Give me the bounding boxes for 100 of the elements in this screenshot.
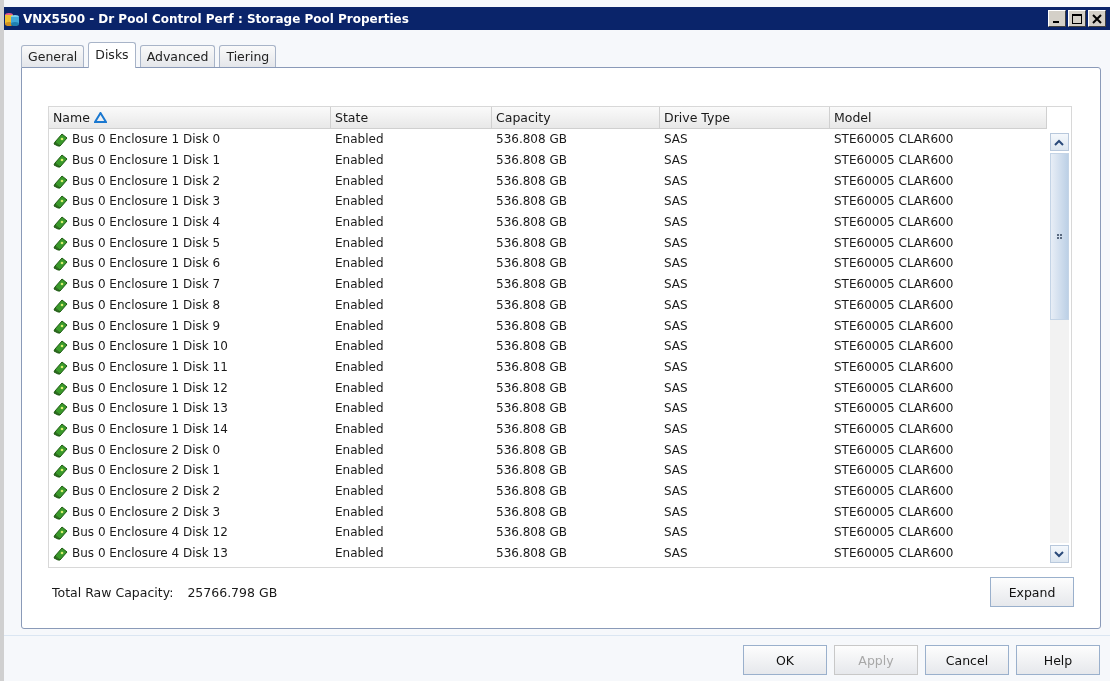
maximize-button[interactable] [1068, 10, 1086, 27]
disk-drive-icon [53, 524, 69, 541]
table-cell: Enabled [335, 525, 384, 540]
minimize-icon [1053, 20, 1059, 23]
table-cell: Enabled [335, 318, 384, 333]
table-cell: Bus 0 Enclosure 1 Disk 0 [72, 132, 221, 147]
table-cell: Enabled [335, 484, 384, 499]
table-cell: SAS [664, 359, 688, 374]
dialog-button[interactable]: Help [1016, 645, 1100, 675]
disk-drive-icon [53, 400, 69, 417]
table-cell: SAS [664, 235, 688, 250]
table-cell: Enabled [335, 359, 384, 374]
column-header[interactable]: Capacity [492, 107, 660, 129]
table-cell: Enabled [335, 297, 384, 312]
table-cell: STE60005 CLAR600 [834, 235, 954, 250]
tab[interactable]: General [21, 45, 85, 67]
chevron-up-icon [1054, 138, 1064, 146]
table-cell: 536.808 GB [496, 235, 567, 250]
column-header[interactable]: Name [49, 107, 331, 129]
dialog-button[interactable]: Cancel [925, 645, 1009, 675]
table-cell: SAS [664, 484, 688, 499]
table-cell: STE60005 CLAR600 [834, 132, 954, 147]
table-cell: Bus 0 Enclosure 4 Disk 12 [72, 525, 228, 540]
table-cell: Bus 0 Enclosure 1 Disk 9 [72, 318, 221, 333]
dialog-button[interactable]: OK [743, 645, 827, 675]
table-cell: Bus 0 Enclosure 1 Disk 1 [72, 153, 221, 168]
scroll-thumb[interactable] [1049, 153, 1069, 320]
tab[interactable]: Advanced [139, 45, 216, 67]
table-cell: STE60005 CLAR600 [834, 463, 954, 478]
table-cell: 536.808 GB [496, 359, 567, 374]
table-cell: Bus 0 Enclosure 1 Disk 14 [72, 421, 228, 436]
table-cell: Bus 0 Enclosure 1 Disk 7 [72, 277, 221, 292]
table-cell: 536.808 GB [496, 194, 567, 209]
tab[interactable]: Tiering [219, 45, 277, 67]
table-cell: Bus 0 Enclosure 1 Disk 2 [72, 173, 221, 188]
table-cell: 536.808 GB [496, 525, 567, 540]
table-cell: 536.808 GB [496, 484, 567, 499]
column-header[interactable]: Drive Type [660, 107, 830, 129]
table-cell: 536.808 GB [496, 339, 567, 354]
table-cell: STE60005 CLAR600 [834, 173, 954, 188]
table-cell: 536.808 GB [496, 421, 567, 436]
table-cell: SAS [664, 504, 688, 519]
table-cell: Enabled [335, 256, 384, 271]
disk-drive-icon [53, 131, 69, 148]
table-cell: STE60005 CLAR600 [834, 318, 954, 333]
table-cell: 536.808 GB [496, 132, 567, 147]
expand-button[interactable]: Expand [990, 577, 1074, 607]
disk-drive-icon [53, 193, 69, 210]
table-cell: STE60005 CLAR600 [834, 277, 954, 292]
maximize-icon [1072, 13, 1082, 24]
table-cell: SAS [664, 380, 688, 395]
table-cell: Enabled [335, 132, 384, 147]
table-cell: SAS [664, 256, 688, 271]
table-cell: Bus 0 Enclosure 2 Disk 3 [72, 504, 221, 519]
table-cell: Bus 0 Enclosure 1 Disk 11 [72, 359, 228, 374]
table-cell: 536.808 GB [496, 380, 567, 395]
table-cell: SAS [664, 277, 688, 292]
table-cell: 536.808 GB [496, 215, 567, 230]
table-cell: Enabled [335, 194, 384, 209]
table-cell: Bus 0 Enclosure 2 Disk 1 [72, 463, 221, 478]
table-cell: Enabled [335, 339, 384, 354]
table-cell: Bus 0 Enclosure 1 Disk 8 [72, 297, 221, 312]
table-cell: STE60005 CLAR600 [834, 401, 954, 416]
table-cell: 536.808 GB [496, 546, 567, 561]
scroll-down-button[interactable] [1049, 545, 1069, 563]
disk-drive-icon [53, 276, 69, 293]
table-cell: Bus 0 Enclosure 1 Disk 3 [72, 194, 221, 209]
table-cell: Enabled [335, 546, 384, 561]
table-cell: Bus 0 Enclosure 4 Disk 13 [72, 546, 228, 561]
table-cell: 536.808 GB [496, 463, 567, 478]
table-cell: Enabled [335, 173, 384, 188]
table-cell: SAS [664, 339, 688, 354]
table-cell: STE60005 CLAR600 [834, 297, 954, 312]
table-cell: SAS [664, 215, 688, 230]
table-cell: SAS [664, 421, 688, 436]
table-cell: Bus 0 Enclosure 1 Disk 12 [72, 380, 228, 395]
table-cell: Bus 0 Enclosure 2 Disk 2 [72, 484, 221, 499]
table-cell: Enabled [335, 153, 384, 168]
table-cell: STE60005 CLAR600 [834, 442, 954, 457]
table-cell: 536.808 GB [496, 277, 567, 292]
minimize-button[interactable] [1048, 10, 1066, 27]
total-capacity-label: Total Raw Capacity: [52, 584, 174, 600]
table-cell: Enabled [335, 215, 384, 230]
table-cell: Enabled [335, 463, 384, 478]
table-cell: Enabled [335, 504, 384, 519]
table-cell: Bus 0 Enclosure 1 Disk 4 [72, 215, 221, 230]
table-cell: Enabled [335, 235, 384, 250]
table-cell: SAS [664, 401, 688, 416]
table-cell: SAS [664, 132, 688, 147]
close-button[interactable] [1088, 10, 1106, 27]
table-cell: STE60005 CLAR600 [834, 421, 954, 436]
scroll-up-button[interactable] [1049, 133, 1069, 151]
tab[interactable]: Disks [88, 42, 136, 68]
column-header[interactable]: State [331, 107, 492, 129]
table-cell: SAS [664, 442, 688, 457]
disk-drive-icon [53, 338, 69, 355]
column-header[interactable]: Model [830, 107, 1047, 129]
table-cell: SAS [664, 153, 688, 168]
table-cell: Bus 0 Enclosure 2 Disk 0 [72, 442, 221, 457]
disk-drive-icon [53, 545, 69, 562]
